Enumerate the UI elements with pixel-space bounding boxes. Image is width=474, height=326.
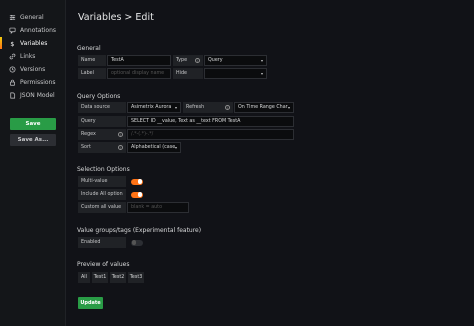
chevron-down-icon	[175, 147, 177, 149]
info-icon[interactable]: i	[195, 58, 200, 63]
sidebar-item-label: Permissions	[20, 78, 56, 86]
value-groups-enabled-label: Enabled	[78, 237, 126, 248]
hide-select[interactable]	[204, 68, 267, 79]
dollar-icon: $	[8, 39, 16, 47]
toggle-knob	[137, 192, 143, 197]
name-label-text: Name	[81, 58, 96, 63]
preview-value: Test3	[128, 272, 144, 283]
datasource-select-value: Asimetrix Aurora	[131, 105, 172, 110]
sidebar-item-general[interactable]: General	[8, 11, 44, 23]
multi-value-toggle[interactable]	[131, 178, 143, 185]
link-icon	[8, 52, 16, 60]
sidebar-item-json-model[interactable]: JSON Model	[8, 89, 55, 101]
sidebar-item-label: Annotations	[20, 26, 57, 34]
refresh-label: Refresh i	[183, 102, 233, 113]
preview-value: All	[78, 272, 90, 283]
toggle-knob	[131, 240, 137, 245]
name-label: Name	[78, 55, 106, 66]
chevron-down-icon	[288, 107, 290, 109]
settings-sidebar: General Annotations $ Variables Links Ve…	[0, 0, 66, 326]
hide-label-text: Hide	[176, 71, 187, 76]
sidebar-item-variables[interactable]: $ Variables	[0, 37, 48, 49]
multi-value-label: Multi-value	[78, 176, 126, 187]
svg-text:$: $	[10, 41, 14, 47]
save-as-button[interactable]: Save As...	[10, 134, 56, 146]
datasource-select[interactable]: Asimetrix Aurora	[127, 102, 181, 113]
update-button[interactable]: Update	[78, 297, 103, 309]
regex-label: Regex i	[78, 129, 126, 140]
save-button[interactable]: Save	[10, 118, 56, 130]
label-label: Label	[78, 68, 106, 79]
sort-label-text: Sort	[81, 145, 91, 150]
sidebar-item-links[interactable]: Links	[8, 50, 35, 62]
refresh-select[interactable]: On Time Range Char	[234, 102, 294, 113]
type-label-text: Type	[176, 58, 188, 63]
datasource-label: Data source	[78, 102, 126, 113]
custom-all-label: Custom all value	[78, 202, 126, 213]
query-field[interactable]: SELECT ID __value, Text as __text FROM T…	[127, 116, 294, 127]
custom-all-field[interactable]: blank = auto	[127, 202, 189, 213]
regex-label-text: Regex	[81, 132, 96, 137]
label-field[interactable]: optional display name	[107, 68, 171, 79]
selection-options-heading: Selection Options	[77, 166, 130, 173]
info-icon[interactable]: i	[118, 145, 123, 150]
sort-select-value: Alphabetical (case	[131, 145, 176, 150]
hide-label: Hide	[173, 68, 203, 79]
sidebar-item-label: Links	[20, 52, 36, 60]
page-title: Variables > Edit	[78, 12, 154, 23]
custom-all-label-text: Custom all value	[81, 205, 122, 210]
refresh-label-text: Refresh	[186, 105, 205, 110]
history-icon	[8, 65, 16, 73]
type-select[interactable]: Query	[204, 55, 267, 66]
sidebar-item-label: General	[20, 13, 44, 21]
sidebar-item-label: Variables	[20, 39, 48, 47]
multi-value-label-text: Multi-value	[81, 179, 108, 184]
value-groups-heading: Value groups/tags (Experimental feature)	[77, 227, 202, 234]
value-groups-enabled-label-text: Enabled	[81, 240, 101, 245]
query-options-heading: Query Options	[77, 93, 121, 100]
toggle-knob	[137, 179, 143, 184]
chevron-down-icon	[175, 107, 177, 109]
sidebar-item-permissions[interactable]: Permissions	[8, 76, 56, 88]
datasource-label-text: Data source	[81, 105, 110, 110]
active-indicator	[0, 37, 2, 49]
preview-value: Test1	[92, 272, 108, 283]
file-icon	[8, 91, 16, 99]
include-all-label: Include All option	[78, 189, 126, 200]
sidebar-item-label: Versions	[20, 65, 46, 73]
sidebar-item-annotations[interactable]: Annotations	[8, 24, 56, 36]
type-label: Type i	[173, 55, 203, 66]
chevron-down-icon	[261, 73, 263, 75]
name-field[interactable]: TestA	[107, 55, 171, 66]
comment-icon	[8, 26, 16, 34]
chevron-down-icon	[261, 60, 263, 62]
query-label: Query	[78, 116, 126, 127]
lock-icon	[8, 78, 16, 86]
label-label-text: Label	[81, 71, 94, 76]
sidebar-item-label: JSON Model	[20, 91, 55, 99]
preview-heading: Preview of values	[77, 261, 130, 268]
include-all-label-text: Include All option	[81, 192, 123, 197]
variable-editor: Variables > Edit General Name TestA Type…	[67, 0, 474, 326]
query-label-text: Query	[81, 119, 96, 124]
sidebar-item-versions[interactable]: Versions	[8, 63, 45, 75]
preview-value: Test2	[110, 272, 126, 283]
info-icon[interactable]: i	[118, 132, 123, 137]
sliders-icon	[8, 13, 16, 21]
refresh-select-value: On Time Range Char	[238, 105, 288, 110]
type-select-value: Query	[208, 58, 223, 63]
sort-select[interactable]: Alphabetical (case	[127, 142, 181, 153]
sort-label: Sort i	[78, 142, 126, 153]
value-groups-toggle[interactable]	[131, 239, 143, 246]
include-all-toggle[interactable]	[131, 191, 143, 198]
general-heading: General	[77, 45, 101, 52]
regex-field[interactable]: /.*-(.*)-.*/	[127, 129, 294, 140]
info-icon[interactable]: i	[225, 105, 230, 110]
